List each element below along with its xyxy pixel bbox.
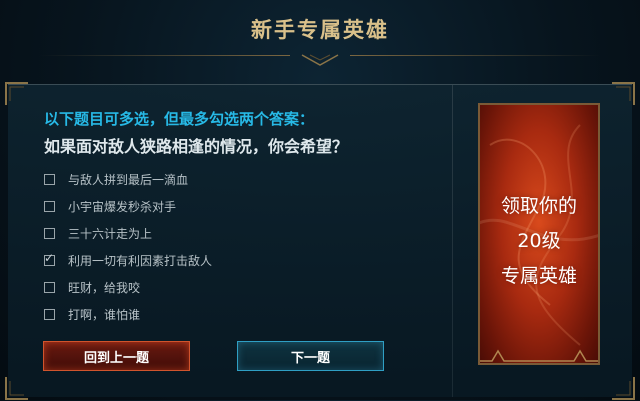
answer-option[interactable]: 小宇宙爆发秒杀对手 — [44, 196, 176, 216]
answer-option[interactable]: 与敌人拼到最后一滴血 — [44, 169, 188, 189]
question-panel: 以下题目可多选，但最多勾选两个答案： 如果面对敌人狭路相逢的情况，你会希望？ 与… — [5, 82, 635, 400]
corner-ornament-icon — [610, 375, 636, 401]
reward-line-3: 专属英雄 — [500, 265, 577, 287]
question-hint: 以下题目可多选，但最多勾选两个答案： — [44, 110, 315, 128]
checkbox[interactable] — [44, 308, 55, 320]
answer-option-label: 与敌人拼到最后一滴血 — [68, 172, 189, 187]
reward-line-1: 领取你的 — [500, 195, 577, 217]
check-mark-icon: ✓ — [44, 250, 55, 265]
checkbox[interactable] — [44, 200, 55, 212]
answer-option-label: 小宇宙爆发秒杀对手 — [68, 199, 177, 214]
checkbox-checked[interactable]: ✓ — [44, 251, 55, 266]
answer-option-label: 利用一切有利因素打击敌人 — [68, 253, 213, 268]
answer-option-label: 打啊，谁怕谁 — [68, 307, 141, 322]
panel-divider — [452, 85, 453, 397]
page-title: 新手专属英雄 — [251, 18, 389, 42]
title-arrow-ornament — [301, 54, 339, 66]
previous-question-button[interactable]: 回到上一题 — [43, 341, 190, 371]
header: 新手专属英雄 — [0, 0, 640, 70]
answer-option-label: 三十六计走为上 — [68, 226, 153, 241]
reward-line-2: 20级 — [517, 230, 561, 252]
checkbox[interactable] — [44, 281, 55, 293]
answer-option[interactable]: 打啊，谁怕谁 — [44, 304, 140, 324]
checkbox[interactable] — [44, 173, 55, 185]
question-text: 如果面对敌人狭路相逢的情况，你会希望？ — [44, 137, 349, 156]
banner-ornament — [480, 349, 598, 362]
corner-ornament-icon — [4, 81, 30, 107]
answer-option[interactable]: 旺财，给我咬 — [44, 277, 140, 297]
corner-ornament-icon — [4, 375, 30, 401]
corner-ornament-icon — [610, 81, 636, 107]
checkbox[interactable] — [44, 227, 55, 239]
next-question-button[interactable]: 下一题 — [237, 341, 384, 371]
hero-reward-banner[interactable]: 领取你的 20级 专属英雄 — [478, 103, 600, 365]
answer-option-label: 旺财，给我咬 — [68, 280, 141, 295]
title-divider-right — [350, 55, 600, 56]
title-divider-left — [40, 55, 290, 56]
answer-option[interactable]: ✓ 利用一切有利因素打击敌人 — [44, 250, 212, 270]
answer-option[interactable]: 三十六计走为上 — [44, 223, 152, 243]
